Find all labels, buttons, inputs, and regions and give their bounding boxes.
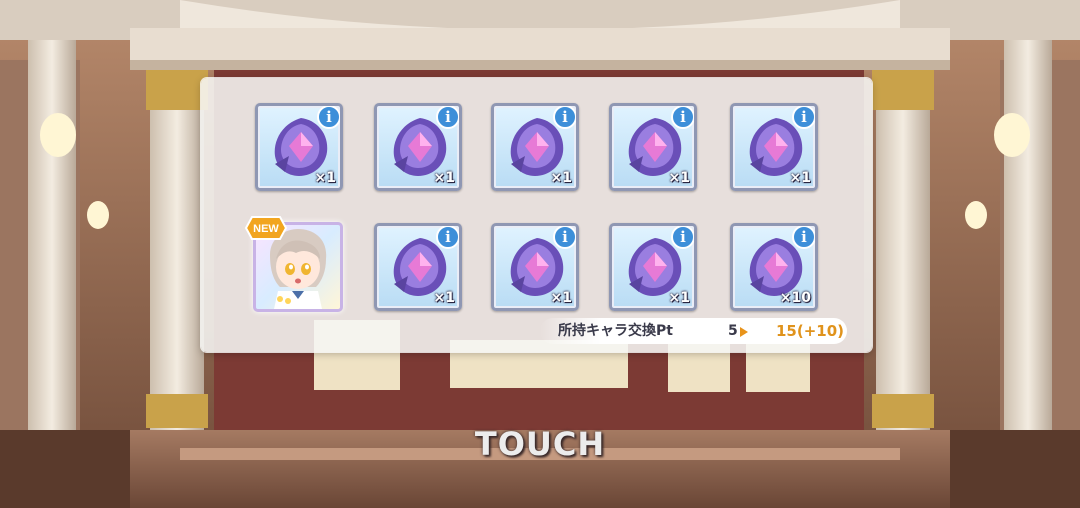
exchange-points-new: 15(+10) — [776, 322, 845, 340]
new-badge: NEW — [244, 216, 288, 240]
exchange-points-current: 5 — [728, 323, 738, 339]
info-icon[interactable]: i — [553, 106, 576, 129]
info-icon[interactable]: i — [553, 226, 576, 249]
reward-item-memory-piece[interactable]: i ×1 — [374, 103, 462, 191]
info-icon[interactable]: i — [671, 106, 694, 129]
info-icon[interactable]: i — [436, 226, 459, 249]
arrow-right-icon — [740, 327, 748, 337]
reward-item-memory-piece[interactable]: i ×1 — [255, 103, 343, 191]
reward-item-memory-piece[interactable]: i ×1 — [491, 103, 579, 191]
info-icon[interactable]: i — [436, 106, 459, 129]
item-quantity: ×1 — [668, 170, 690, 186]
info-icon[interactable]: i — [792, 106, 815, 129]
item-quantity: ×1 — [550, 170, 572, 186]
reward-item-memory-piece[interactable]: i ×1 — [491, 223, 579, 311]
exchange-points-row: 所持キャラ交換Pt 5 15(+10) — [540, 318, 847, 344]
reward-item-memory-piece[interactable]: i ×1 — [609, 223, 697, 311]
info-icon[interactable]: i — [317, 106, 340, 129]
item-quantity: ×1 — [789, 170, 811, 186]
item-quantity: ×1 — [433, 290, 455, 306]
reward-item-memory-piece[interactable]: i ×10 — [730, 223, 818, 311]
reward-item-memory-piece[interactable]: i ×1 — [609, 103, 697, 191]
info-icon[interactable]: i — [792, 226, 815, 249]
item-quantity: ×10 — [779, 290, 811, 306]
new-badge-label: NEW — [253, 223, 279, 235]
item-quantity: ×1 — [668, 290, 690, 306]
reward-item-memory-piece[interactable]: i ×1 — [730, 103, 818, 191]
item-quantity: ×1 — [550, 290, 572, 306]
info-icon[interactable]: i — [671, 226, 694, 249]
touch-to-continue[interactable]: TOUCH — [0, 424, 1080, 464]
item-quantity: ×1 — [433, 170, 455, 186]
item-quantity: ×1 — [314, 170, 336, 186]
reward-item-character[interactable]: NEW — [244, 216, 343, 312]
reward-item-memory-piece[interactable]: i ×1 — [374, 223, 462, 311]
exchange-points-label: 所持キャラ交換Pt — [558, 323, 673, 339]
